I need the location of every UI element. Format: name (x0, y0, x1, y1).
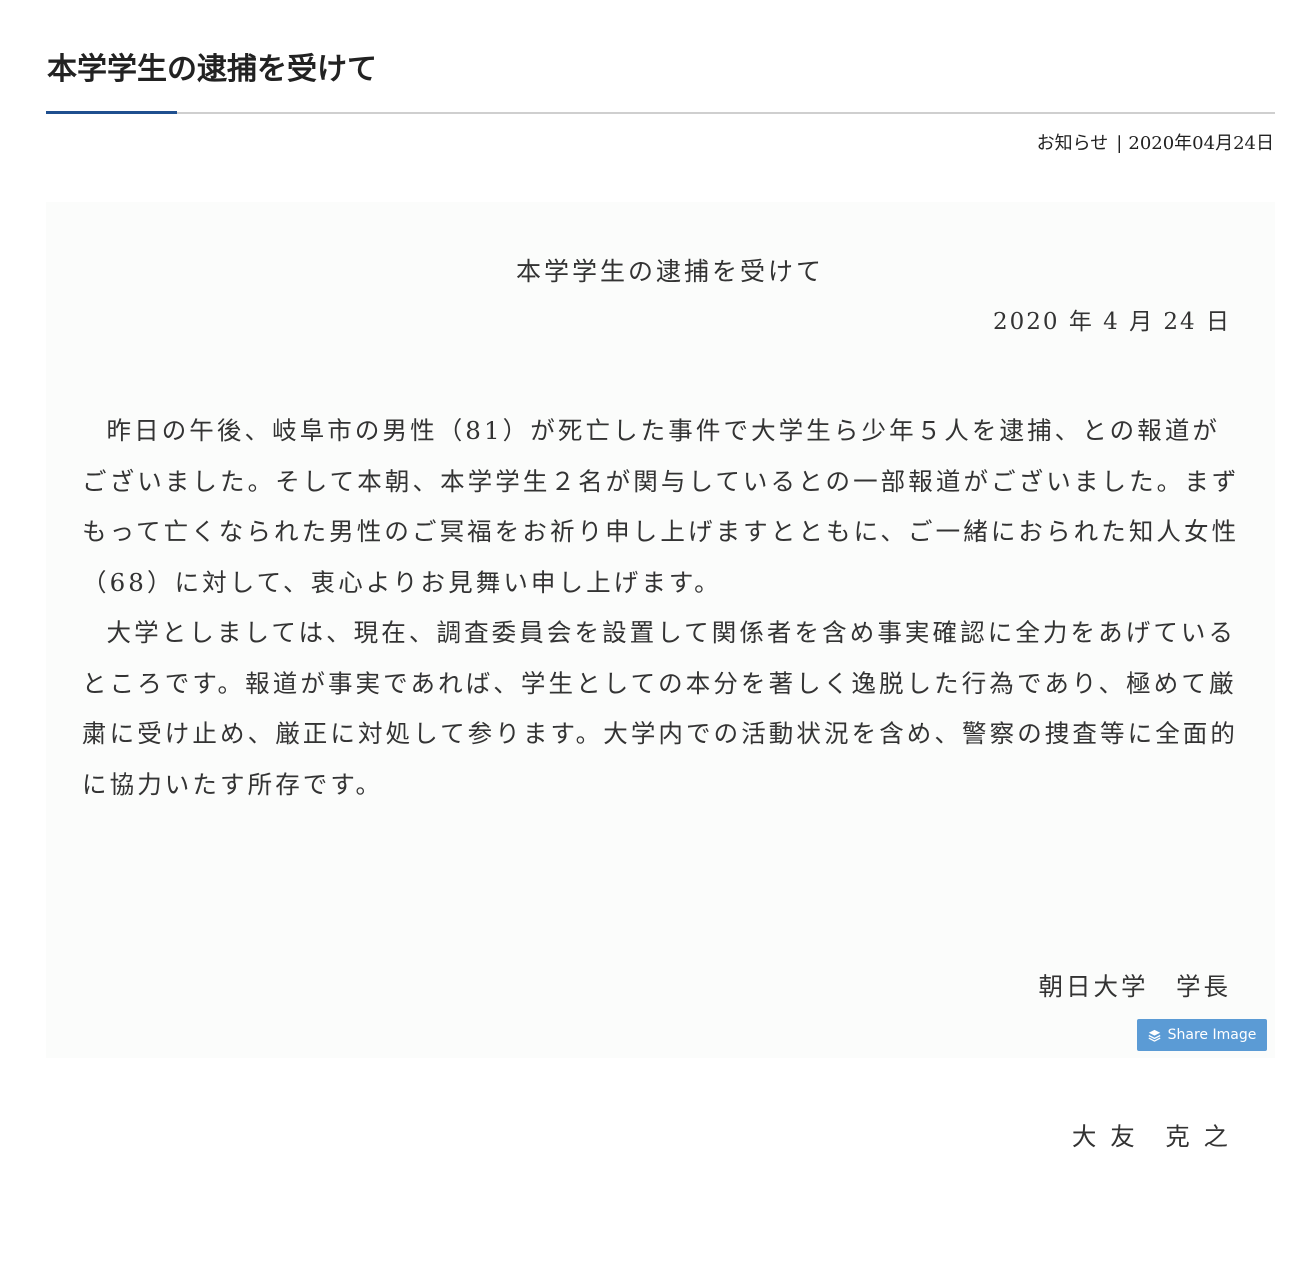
meta-separator: | (1116, 133, 1123, 154)
signature-name: 大 友 克 之 (1071, 1122, 1231, 1151)
share-image-button[interactable]: Share Image (1137, 1019, 1267, 1051)
notice-paragraph: 昨日の午後、岐阜市の男性（81）が死亡した事件で大学生ら少年５人を逮捕、との報道… (82, 416, 1240, 597)
title-divider (46, 112, 1275, 114)
notice-date: 2020 年 4 月 24 日 (993, 309, 1231, 335)
post-meta: お知らせ | 2020年04月24日 (1037, 130, 1274, 158)
signature-block: 朝日大学 学長 大 友 克 之 (1039, 862, 1232, 1262)
layers-icon (1148, 1029, 1161, 1042)
page-title: 本学学生の逮捕を受けて (47, 52, 377, 87)
notice-paragraph: 大学としましては、現在、調査委員会を設置して関係者を含め事実確認に全力をあげてい… (82, 618, 1239, 799)
share-image-label: Share Image (1167, 1027, 1257, 1043)
notice-image: 本学学生の逮捕を受けて 2020 年 4 月 24 日 昨日の午後、岐阜市の男性… (46, 202, 1275, 1151)
post-date: 2020年04月24日 (1128, 133, 1274, 154)
notice-body: 昨日の午後、岐阜市の男性（81）が死亡した事件で大学生ら少年５人を逮捕、との報道… (82, 406, 1242, 810)
signature-organization: 朝日大学 学長 (1038, 972, 1231, 1001)
notice-title: 本学学生の逮捕を受けて (515, 257, 824, 286)
title-accent-bar (46, 111, 177, 114)
category-link[interactable]: お知らせ (1037, 133, 1109, 154)
